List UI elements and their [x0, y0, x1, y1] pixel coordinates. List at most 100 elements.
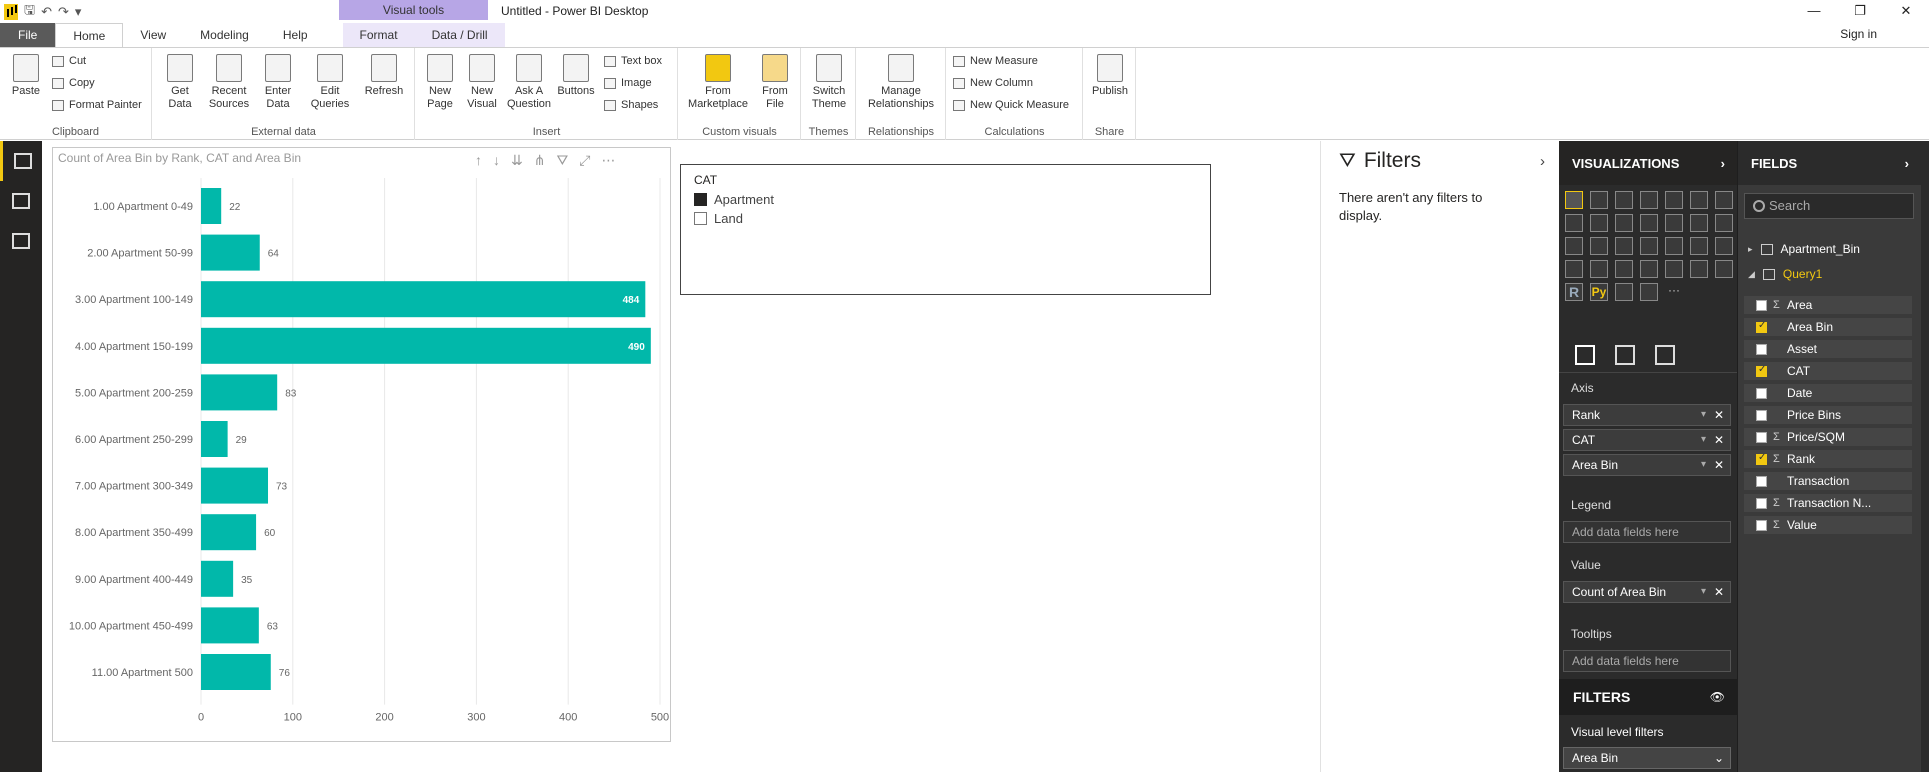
- field-checkbox-icon[interactable]: [1756, 519, 1767, 531]
- field-item[interactable]: Σ Value: [1744, 516, 1912, 534]
- redo-icon[interactable]: ↷: [58, 4, 69, 20]
- field-item[interactable]: Σ Rank: [1744, 450, 1912, 468]
- slicer-option-land[interactable]: Land: [694, 211, 743, 226]
- slicer-icon[interactable]: [1665, 260, 1683, 278]
- copy-button[interactable]: Copy: [52, 77, 95, 89]
- collapse-filters-icon[interactable]: ›: [1540, 153, 1545, 170]
- gauge-icon[interactable]: [1565, 260, 1583, 278]
- python-visual-icon[interactable]: Py: [1590, 283, 1608, 301]
- stacked-area-icon[interactable]: [1590, 214, 1608, 232]
- get-data-button[interactable]: Get Data: [159, 54, 201, 111]
- chevron-down-icon[interactable]: ▾: [1701, 405, 1706, 425]
- remove-icon[interactable]: ✕: [1714, 430, 1724, 450]
- slicer-option-apartment[interactable]: Apartment: [694, 192, 774, 207]
- area-chart-icon[interactable]: [1565, 214, 1583, 232]
- expand-all-icon[interactable]: ⋔: [534, 152, 546, 169]
- shapes-button[interactable]: Shapes: [604, 99, 658, 111]
- chevron-down-icon[interactable]: ▾: [1701, 455, 1706, 475]
- field-item[interactable]: Date: [1744, 384, 1912, 402]
- visual-filter-area-bin[interactable]: Area Bin ⌄: [1563, 747, 1731, 769]
- bar[interactable]: [201, 327, 651, 364]
- field-item[interactable]: CAT: [1744, 362, 1912, 380]
- legend-well[interactable]: Add data fields here: [1563, 521, 1731, 543]
- axis-well-cat[interactable]: CAT ▾ ✕: [1563, 429, 1731, 451]
- field-item[interactable]: Σ Transaction N...: [1744, 494, 1912, 512]
- field-item[interactable]: Asset: [1744, 340, 1912, 358]
- 100-bar-icon[interactable]: [1665, 191, 1683, 209]
- refresh-button[interactable]: Refresh: [361, 54, 407, 98]
- paste-button[interactable]: Paste: [10, 54, 42, 98]
- eye-icon[interactable]: 👁: [1710, 679, 1725, 715]
- image-button[interactable]: Image: [604, 77, 652, 89]
- chevron-down-icon[interactable]: ⌄: [1714, 748, 1724, 768]
- expand-next-level-icon[interactable]: ⇊: [511, 152, 523, 169]
- bar[interactable]: [201, 421, 228, 457]
- pie-icon[interactable]: [1565, 237, 1583, 255]
- treemap-icon[interactable]: [1615, 237, 1633, 255]
- drill-down-icon[interactable]: ↓: [493, 152, 500, 169]
- bar[interactable]: [201, 234, 260, 271]
- cut-button[interactable]: Cut: [52, 55, 86, 67]
- remove-icon[interactable]: ✕: [1714, 405, 1724, 425]
- map-icon[interactable]: [1640, 237, 1658, 255]
- bar[interactable]: [201, 607, 259, 644]
- tab-file[interactable]: File: [0, 23, 56, 47]
- tab-format[interactable]: Format: [342, 23, 415, 47]
- publish-button[interactable]: Publish: [1088, 54, 1132, 98]
- filled-map-icon[interactable]: [1665, 237, 1683, 255]
- new-quick-measure-button[interactable]: New Quick Measure: [953, 99, 1069, 111]
- field-checkbox-icon[interactable]: [1756, 497, 1767, 509]
- table-visual-icon[interactable]: [1690, 260, 1708, 278]
- customize-qat-icon[interactable]: ▾: [75, 4, 82, 20]
- key-influencers-icon[interactable]: [1615, 283, 1633, 301]
- field-item[interactable]: Σ Area: [1744, 296, 1912, 314]
- minimize-button[interactable]: —: [1791, 0, 1837, 22]
- expand-icon[interactable]: ▸: [1748, 244, 1753, 255]
- bar[interactable]: [201, 467, 269, 504]
- shape-map-icon[interactable]: [1690, 237, 1708, 255]
- from-marketplace-button[interactable]: From Marketplace: [683, 54, 753, 111]
- new-measure-button[interactable]: New Measure: [953, 55, 1038, 67]
- fields-search-input[interactable]: Search: [1744, 193, 1914, 219]
- line-stacked-column-icon[interactable]: [1640, 214, 1658, 232]
- axis-well-rank[interactable]: Rank ▾ ✕: [1563, 404, 1731, 426]
- clustered-column-icon[interactable]: [1640, 191, 1658, 209]
- from-file-button[interactable]: From File: [755, 54, 795, 111]
- field-checkbox-icon[interactable]: [1756, 299, 1767, 311]
- restore-button[interactable]: ❐: [1837, 0, 1883, 22]
- field-item[interactable]: Σ Price/SQM: [1744, 428, 1912, 446]
- new-visual-button[interactable]: New Visual: [462, 54, 502, 111]
- fields-tab-icon[interactable]: [1575, 344, 1595, 365]
- undo-icon[interactable]: ↶: [41, 4, 52, 20]
- funnel-chart-icon[interactable]: [1715, 237, 1733, 255]
- value-well[interactable]: Count of Area Bin ▾ ✕: [1563, 581, 1731, 603]
- more-options-icon[interactable]: ⋯: [601, 152, 615, 169]
- bar[interactable]: [201, 188, 222, 224]
- new-page-button[interactable]: New Page: [420, 54, 460, 111]
- edit-queries-button[interactable]: Edit Queries: [305, 54, 355, 111]
- ask-question-button[interactable]: Ask A Question: [504, 54, 554, 111]
- filter-icon[interactable]: ⛛: [556, 152, 568, 169]
- globe-icon[interactable]: [1640, 283, 1658, 301]
- matrix-icon[interactable]: [1715, 260, 1733, 278]
- format-painter-button[interactable]: Format Painter: [52, 99, 142, 111]
- collapse-icon[interactable]: ◢: [1748, 269, 1755, 280]
- field-item[interactable]: Area Bin: [1744, 318, 1912, 336]
- field-checkbox-icon[interactable]: [1756, 452, 1767, 465]
- line-chart-icon[interactable]: [1715, 191, 1733, 209]
- table-apartment-bin[interactable]: ▸ Apartment_Bin: [1748, 242, 1860, 256]
- more-visuals-icon[interactable]: ···: [1665, 283, 1683, 301]
- manage-relationships-button[interactable]: Manage Relationships: [861, 54, 941, 111]
- donut-icon[interactable]: [1590, 237, 1608, 255]
- data-view-button[interactable]: [0, 181, 42, 221]
- bar-chart-visual[interactable]: 0 100 200 300 400 500 1.00 Apartment 0-49 22 2.0…: [52, 147, 671, 742]
- tab-modeling[interactable]: Modeling: [183, 23, 266, 47]
- field-checkbox-icon[interactable]: [1756, 343, 1767, 355]
- report-view-button[interactable]: [0, 141, 42, 181]
- enter-data-button[interactable]: Enter Data: [257, 54, 299, 111]
- scatter-icon[interactable]: [1715, 214, 1733, 232]
- tab-help[interactable]: Help: [266, 23, 325, 47]
- field-checkbox-icon[interactable]: [1756, 409, 1767, 421]
- multi-row-card-icon[interactable]: [1615, 260, 1633, 278]
- stacked-bar-icon[interactable]: [1565, 191, 1583, 209]
